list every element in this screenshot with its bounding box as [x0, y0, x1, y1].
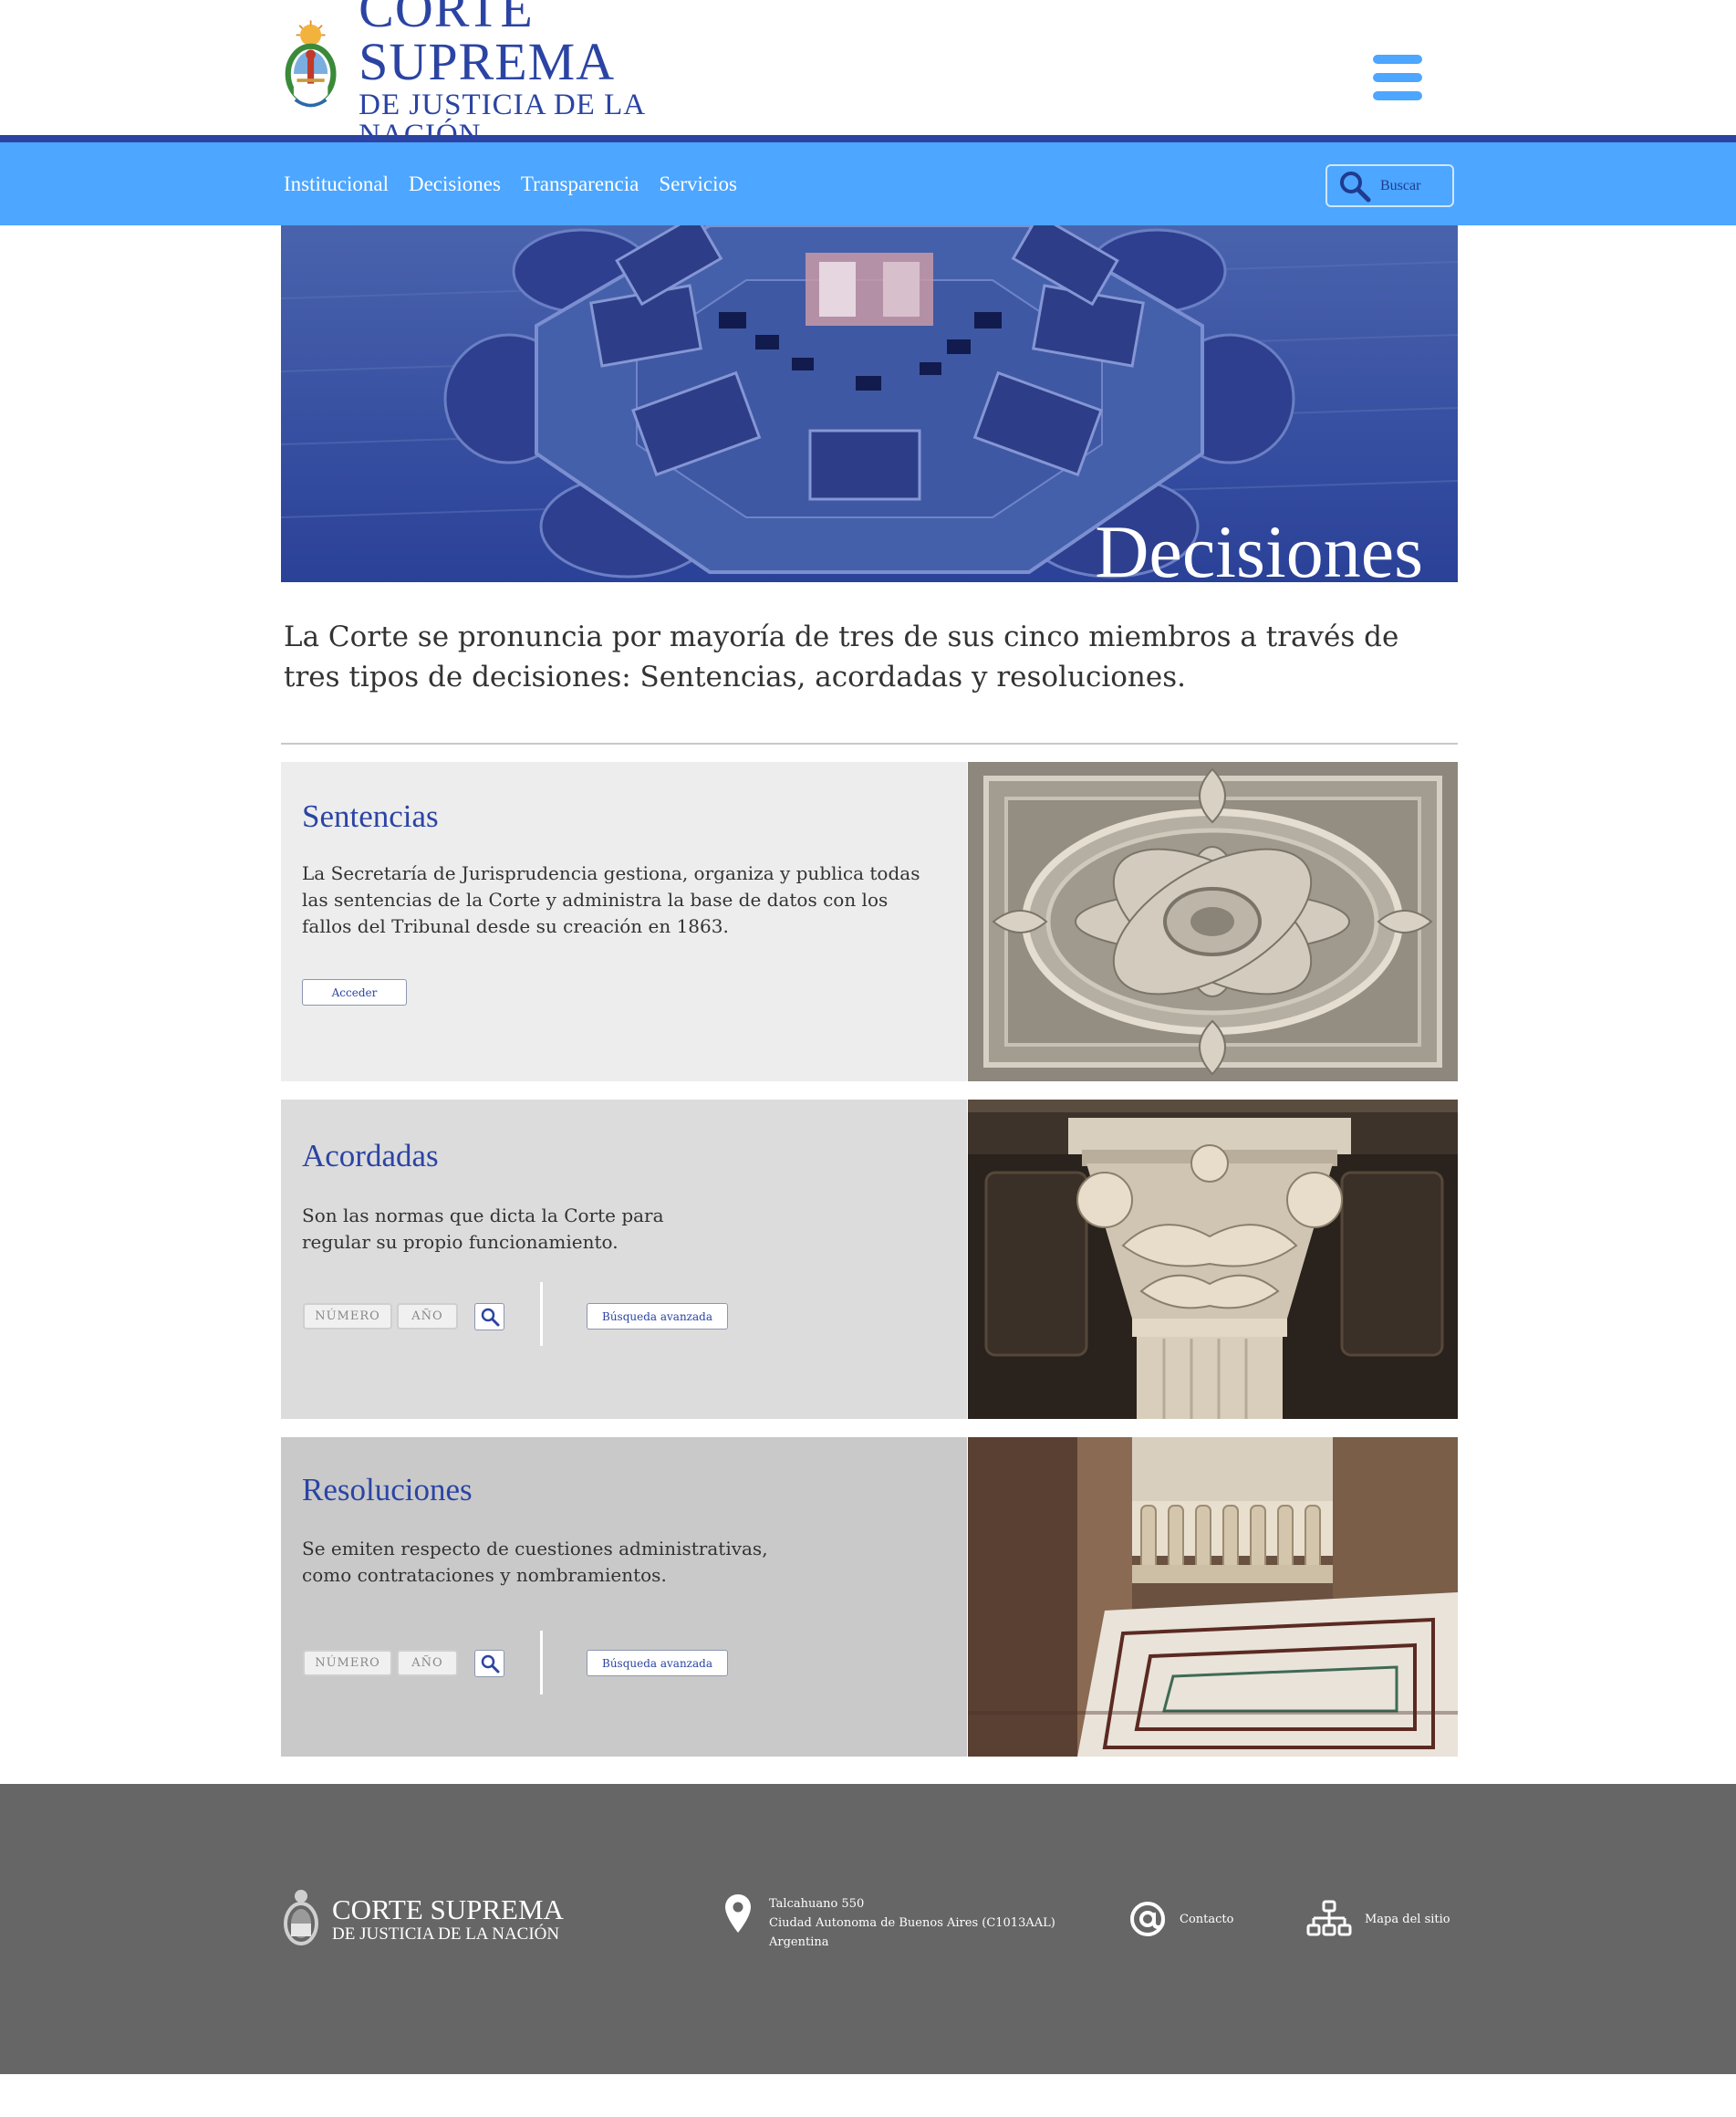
site-logo[interactable]: CORTE SUPREMA DE JUSTICIA DE LA NACIÓN [279, 0, 754, 151]
card-title: Resoluciones [302, 1472, 473, 1507]
footer-contact-link[interactable]: Contacto [1128, 1900, 1233, 1938]
search-icon [1340, 171, 1371, 202]
footer-logo-title: CORTE SUPREMA [332, 1893, 564, 1925]
vertical-separator [540, 1282, 543, 1346]
vertical-separator [540, 1631, 543, 1695]
contact-label: Contacto [1180, 1912, 1234, 1926]
nav-item-decisiones[interactable]: Decisiones [409, 172, 501, 196]
column-capital-image [968, 1100, 1458, 1419]
search-button[interactable]: Buscar [1325, 164, 1454, 207]
location-pin-icon [725, 1894, 751, 1933]
numero-input[interactable]: NÚMERO [303, 1650, 392, 1676]
resoluciones-search-button[interactable] [474, 1650, 504, 1677]
busqueda-avanzada-button[interactable]: Búsqueda avanzada [587, 1303, 728, 1330]
search-label: Buscar [1380, 177, 1421, 193]
hamburger-menu-icon[interactable] [1373, 53, 1422, 102]
footer-logo-subtitle: DE JUSTICIA DE LA NACIÓN [332, 1924, 560, 1944]
logo-title: CORTE SUPREMA [359, 0, 616, 91]
main-navbar: Institucional Decisiones Transparencia S… [0, 142, 1736, 225]
card-description: Son las normas que dicta la Corte para r… [302, 1204, 664, 1253]
site-header: CORTE SUPREMA DE JUSTICIA DE LA NACIÓN [0, 0, 1736, 151]
numero-input[interactable]: NÚMERO [303, 1303, 392, 1330]
card-sentencias: Sentencias La Secretaría de Jurisprudenc… [281, 762, 1458, 1081]
hero-title: Decisiones [1095, 510, 1423, 582]
argentina-seal-icon [285, 20, 337, 108]
address-line-1: Talcahuano 550 [769, 1897, 865, 1911]
site-footer: CORTE SUPREMA DE JUSTICIA DE LA NACIÓN T… [0, 1784, 1736, 2074]
section-divider [281, 743, 1458, 745]
card-description: La Secretaría de Jurisprudencia gestiona… [302, 862, 920, 937]
footer-address: Talcahuano 550 Ciudad Autonoma de Buenos… [725, 1894, 1055, 1952]
search-icon [481, 1654, 499, 1674]
hero-banner: Decisiones [281, 225, 1458, 582]
nav-item-transparencia[interactable]: Transparencia [521, 172, 639, 196]
card-title: Acordadas [302, 1138, 439, 1173]
anio-input[interactable]: AÑO [397, 1650, 458, 1676]
at-sign-icon [1130, 1902, 1165, 1936]
card-resoluciones: Resoluciones Se emiten respecto de cuest… [281, 1437, 1458, 1757]
sitemap-label: Mapa del sitio [1365, 1912, 1450, 1926]
footer-logo[interactable]: CORTE SUPREMA DE JUSTICIA DE LA NACIÓN [281, 1887, 564, 1951]
card-description: Se emiten respecto de cuestiones adminis… [302, 1538, 768, 1586]
address-line-2: Ciudad Autonoma de Buenos Aires (C1013AA… [769, 1916, 1055, 1930]
balcony-floor-image [968, 1437, 1458, 1757]
nav-item-institucional[interactable]: Institucional [284, 172, 389, 196]
search-icon [481, 1308, 499, 1327]
acordadas-search-button[interactable] [474, 1303, 504, 1330]
sitemap-icon [1306, 1900, 1352, 1936]
card-title: Sentencias [302, 798, 439, 834]
footer-sitemap-link[interactable]: Mapa del sitio [1306, 1900, 1450, 1938]
argentina-seal-icon [284, 1890, 318, 1945]
header-rule [0, 135, 1736, 142]
nav-item-servicios[interactable]: Servicios [659, 172, 737, 196]
intro-text: La Corte se pronuncia por mayoría de tre… [284, 620, 1399, 694]
address-line-3: Argentina [769, 1935, 829, 1949]
acceder-button[interactable]: Acceder [302, 979, 407, 1006]
busqueda-avanzada-button[interactable]: Búsqueda avanzada [587, 1650, 728, 1676]
card-acordadas: Acordadas Son las normas que dicta la Co… [281, 1100, 1458, 1419]
ceiling-ornament-image [968, 762, 1458, 1081]
anio-input[interactable]: AÑO [397, 1303, 458, 1330]
